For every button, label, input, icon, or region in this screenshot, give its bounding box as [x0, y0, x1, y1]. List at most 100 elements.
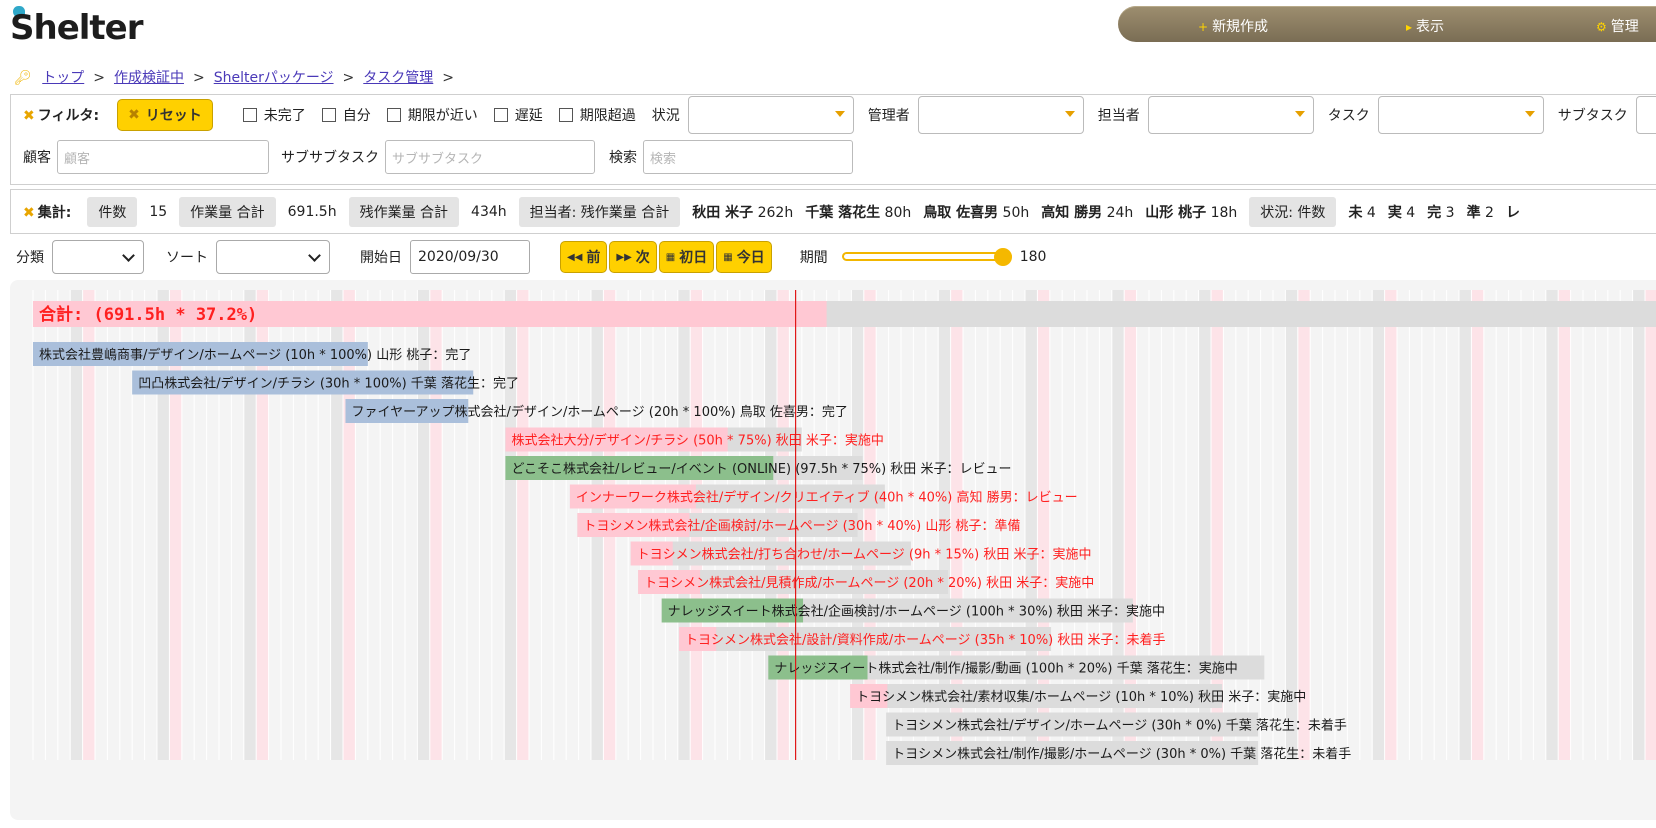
sort-label: ソート: [166, 250, 208, 266]
remaining-total-value: 434h: [471, 204, 507, 220]
weekend-column: [516, 290, 529, 760]
weekend-column: [1459, 290, 1472, 760]
triangle-right-icon: ▸: [1406, 20, 1413, 34]
reset-button[interactable]: ✖ リセット: [117, 99, 213, 131]
today-button[interactable]: ▦ 今日: [716, 241, 772, 273]
next-button[interactable]: ▶▶ 次: [609, 241, 657, 273]
task-bar[interactable]: ナレッジスイート株式会社/制作/撮影/動画 (100h * 20%) 千葉 落花…: [768, 655, 1265, 680]
subsubtask-input[interactable]: サブサブタスク: [385, 140, 595, 174]
cross-icon: ✖: [128, 107, 140, 123]
slider-thumb[interactable]: [993, 248, 1012, 266]
checkbox-box[interactable]: [321, 108, 336, 122]
controls-row: 分類 ソート 開始日 2020/09/30 ◀◀ 前 ▶▶ 次 ▦ 初日 ▦ 今日 期間…: [16, 240, 1046, 274]
weekend-column: [504, 290, 517, 760]
period-slider[interactable]: [841, 248, 1012, 266]
task-bar[interactable]: 株式会社大分/デザイン/チラシ (50h * 75%) 秋田 米子：実施中: [505, 427, 884, 452]
gantt-svg: 合計: (691.5h * 37.2%) 株式会社豊嶋商事/デザイン/ホームページ…: [32, 290, 1656, 765]
checkbox-box[interactable]: [386, 108, 401, 122]
filter-title: ✖ フィルタ:: [23, 108, 100, 124]
breadcrumb-task[interactable]: タスク管理: [363, 70, 433, 86]
status-count-chip: 状況: 件数: [1249, 197, 1337, 227]
gear-icon: ⚙: [1596, 20, 1607, 34]
weekend-column: [1632, 290, 1645, 760]
nav-new-label: 新規作成: [1212, 19, 1269, 35]
checkbox-box[interactable]: [558, 108, 573, 122]
customer-input[interactable]: 顧客: [57, 140, 269, 174]
weekend-column: [1645, 290, 1656, 760]
task-label: トヨシメン株式会社/設計/資料作成/ホームページ (35h * 10%) 秋田 …: [685, 632, 1165, 648]
category-label: 分類: [16, 250, 44, 266]
checkbox-incomplete[interactable]: 未完了: [242, 105, 306, 125]
slider-track[interactable]: [841, 252, 1012, 261]
search-label: 検索: [609, 150, 637, 166]
breadcrumb-separator: >: [342, 70, 355, 86]
plus-icon: +: [1198, 20, 1209, 34]
manager-select[interactable]: [917, 96, 1084, 134]
task-label: どこそこ株式会社/レビュー/イベント (ONLINE) (97.5h * 75%…: [511, 461, 1011, 477]
task-bar[interactable]: トヨシメン株式会社/設計/資料作成/ホームページ (35h * 10%) 秋田 …: [679, 627, 1166, 651]
checkbox-delayed[interactable]: 遅延: [493, 105, 543, 125]
status-select[interactable]: [687, 96, 854, 134]
task-label: トヨシメン株式会社/素材収集/ホームページ (10h * 10%) 秋田 米子：…: [856, 689, 1306, 705]
breadcrumb-separator: >: [192, 70, 205, 86]
task-label: ナレッジスイート株式会社/制作/撮影/動画 (100h * 20%) 千葉 落花…: [774, 661, 1237, 677]
checkbox-overdue[interactable]: 期限超過: [558, 105, 636, 125]
nav-view[interactable]: ▸ 表示: [1406, 16, 1444, 36]
caret-down-icon: [834, 111, 845, 117]
status-label: 状況: [651, 108, 680, 124]
assignee-summary: 鳥取 佐喜男 50h: [923, 205, 1030, 221]
subsubtask-label: サブサブタスク: [281, 150, 379, 166]
assignee-summary: 秋田 米子 262h: [692, 205, 794, 221]
caret-down-icon: [1524, 111, 1535, 117]
cross-icon: ✖: [23, 108, 35, 124]
weekend-column: [1471, 290, 1484, 760]
search-input[interactable]: 検索: [643, 140, 853, 174]
task-label: トヨシメン株式会社/企画検討/ホームページ (30h * 40%) 山形 桃子：…: [583, 518, 1020, 534]
start-date-label: 開始日: [360, 250, 402, 266]
breadcrumb-package[interactable]: Shelterパッケージ: [214, 70, 334, 86]
task-bar[interactable]: インナーワーク株式会社/デザイン/クリエイティブ (40h * 40%) 高知 …: [569, 484, 1078, 509]
weekend-column: [1545, 290, 1559, 760]
task-bar[interactable]: トヨシメン株式会社/デザイン/ホームページ (30h * 0%) 千葉 落花生：…: [886, 712, 1347, 737]
checkbox-box[interactable]: [493, 108, 508, 122]
task-label: ナレッジスイート株式会社/企画検討/ホームページ (100h * 30%) 秋田…: [668, 604, 1165, 620]
task-bar[interactable]: 株式会社豊嶋商事/デザイン/ホームページ (10h * 100%) 山形 桃子：…: [33, 342, 471, 366]
summary-panel: ✖ 集計: 件数 15 作業量 合計 691.5h 残作業量 合計 434h 担当…: [10, 189, 1656, 234]
subtask-select[interactable]: [1635, 96, 1656, 134]
task-bar[interactable]: トヨシメン株式会社/打ち合わせ/ホームページ (9h * 15%) 秋田 米子：…: [630, 541, 1092, 566]
subtask-label: サブタスク: [1557, 108, 1628, 124]
checkbox-mine[interactable]: 自分: [321, 105, 371, 125]
task-bar[interactable]: ナレッジスイート株式会社/企画検討/ホームページ (100h * 30%) 秋田…: [661, 598, 1165, 623]
task-label: 株式会社大分/デザイン/チラシ (50h * 75%) 秋田 米子：実施中: [511, 433, 883, 449]
weekend-column: [1558, 290, 1571, 760]
task-label: トヨシメン株式会社/制作/撮影/ホームページ (30h * 0%) 千葉 落花生…: [892, 746, 1351, 762]
task-label: トヨシメン株式会社/デザイン/ホームページ (30h * 0%) 千葉 落花生：…: [892, 718, 1347, 734]
sort-select[interactable]: [216, 240, 330, 274]
breadcrumb-separator: >: [93, 70, 105, 86]
assignee-label: 担当者: [1097, 108, 1140, 124]
fast-forward-icon: ▶▶: [616, 251, 632, 263]
task-label: トヨシメン株式会社/打ち合わせ/ホームページ (9h * 15%) 秋田 米子：…: [637, 547, 1092, 563]
checkbox-near-deadline[interactable]: 期限が近い: [386, 105, 478, 125]
task-bar[interactable]: トヨシメン株式会社/制作/撮影/ホームページ (30h * 0%) 千葉 落花生…: [886, 741, 1351, 765]
start-date-input[interactable]: 2020/09/30: [410, 240, 530, 274]
task-label: タスク: [1327, 108, 1370, 124]
checkbox-box[interactable]: [242, 108, 257, 122]
first-day-button[interactable]: ▦ 初日: [658, 241, 715, 273]
task-bar[interactable]: 凹凸株式会社/デザイン/チラシ (30h * 100%) 千葉 落花生：完了: [132, 370, 519, 395]
task-bar[interactable]: トヨシメン株式会社/素材収集/ホームページ (10h * 10%) 秋田 米子：…: [850, 684, 1306, 708]
category-select[interactable]: [52, 240, 144, 274]
breadcrumb-top[interactable]: トップ: [42, 70, 84, 86]
assignee-select[interactable]: [1147, 96, 1314, 134]
task-bar[interactable]: どこそこ株式会社/レビュー/イベント (ONLINE) (97.5h * 75%…: [505, 456, 1011, 480]
task-select[interactable]: [1377, 96, 1544, 134]
nav-admin[interactable]: ⚙ 管理: [1596, 16, 1639, 36]
remaining-total-chip: 残作業量 合計: [348, 197, 460, 227]
filter-panel: ✖ フィルタ: ✖ リセット 未完了 自分 期限が近い 遅延 期限超過 状況 管理者…: [10, 94, 1656, 185]
work-total-value: 691.5h: [287, 204, 337, 220]
gantt-chart: 合計: (691.5h * 37.2%) 株式会社豊嶋商事/デザイン/ホームページ…: [10, 280, 1656, 820]
calendar-icon: ▦: [665, 251, 676, 263]
prev-button[interactable]: ◀◀ 前: [560, 241, 608, 273]
nav-new[interactable]: + 新規作成: [1198, 16, 1268, 36]
breadcrumb-project[interactable]: 作成検証中: [114, 70, 184, 86]
